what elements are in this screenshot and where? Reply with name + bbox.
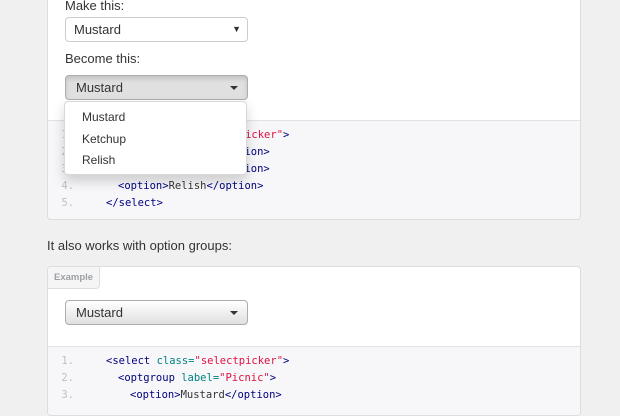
code-block-optgroup: 1. <select class="selectpicker"> 2. <optgro… bbox=[48, 346, 580, 415]
example-tab-label: Example bbox=[48, 267, 101, 289]
caret-down-icon bbox=[230, 311, 238, 315]
selectpicker-optgroup-value: Mustard bbox=[76, 305, 123, 320]
code-text: <option>Mustard</option> bbox=[130, 389, 282, 401]
become-this-label: Become this: bbox=[65, 51, 141, 66]
dropdown-option-mustard[interactable]: Mustard bbox=[65, 107, 246, 129]
line-number: 2. bbox=[61, 372, 74, 384]
code-line: 1. <select class="selectpicker"> bbox=[48, 353, 580, 370]
select-arrow-icon: ▼ bbox=[232, 24, 241, 34]
line-number: 5. bbox=[61, 197, 74, 209]
dropdown-option-relish[interactable]: Relish bbox=[65, 150, 246, 172]
selectpicker-value: Mustard bbox=[76, 80, 123, 95]
dropdown-option-ketchup[interactable]: Ketchup bbox=[65, 129, 246, 151]
native-select[interactable]: Mustard ▼ bbox=[65, 17, 248, 42]
code-line: 5. </select> bbox=[48, 195, 580, 212]
example-panel-optgroups: Example Mustard 1. <select class="selectp… bbox=[47, 266, 581, 416]
caret-down-icon bbox=[230, 86, 238, 90]
selectpicker-button[interactable]: Mustard bbox=[65, 75, 248, 100]
option-groups-paragraph: It also works with option groups: bbox=[47, 238, 232, 253]
code-line: 3. <option>Mustard</option> bbox=[48, 387, 580, 404]
selectpicker-dropdown-menu: Mustard Ketchup Relish bbox=[64, 101, 247, 175]
code-line: 2. <optgroup label="Picnic"> bbox=[48, 370, 580, 387]
code-text: <option>Relish</option> bbox=[118, 180, 264, 192]
make-this-label: Make this: bbox=[65, 0, 125, 13]
selectpicker-button-optgroup[interactable]: Mustard bbox=[65, 300, 248, 325]
line-number: 4. bbox=[61, 180, 74, 192]
code-text: <select class="selectpicker"> bbox=[106, 355, 290, 367]
code-line: 4. <option>Relish</option> bbox=[48, 178, 580, 195]
code-text: </select> bbox=[106, 197, 163, 209]
code-text: <optgroup label="Picnic"> bbox=[118, 372, 277, 384]
line-number: 3. bbox=[61, 389, 74, 401]
line-number: 1. bbox=[61, 355, 74, 367]
native-select-value: Mustard bbox=[74, 22, 121, 37]
